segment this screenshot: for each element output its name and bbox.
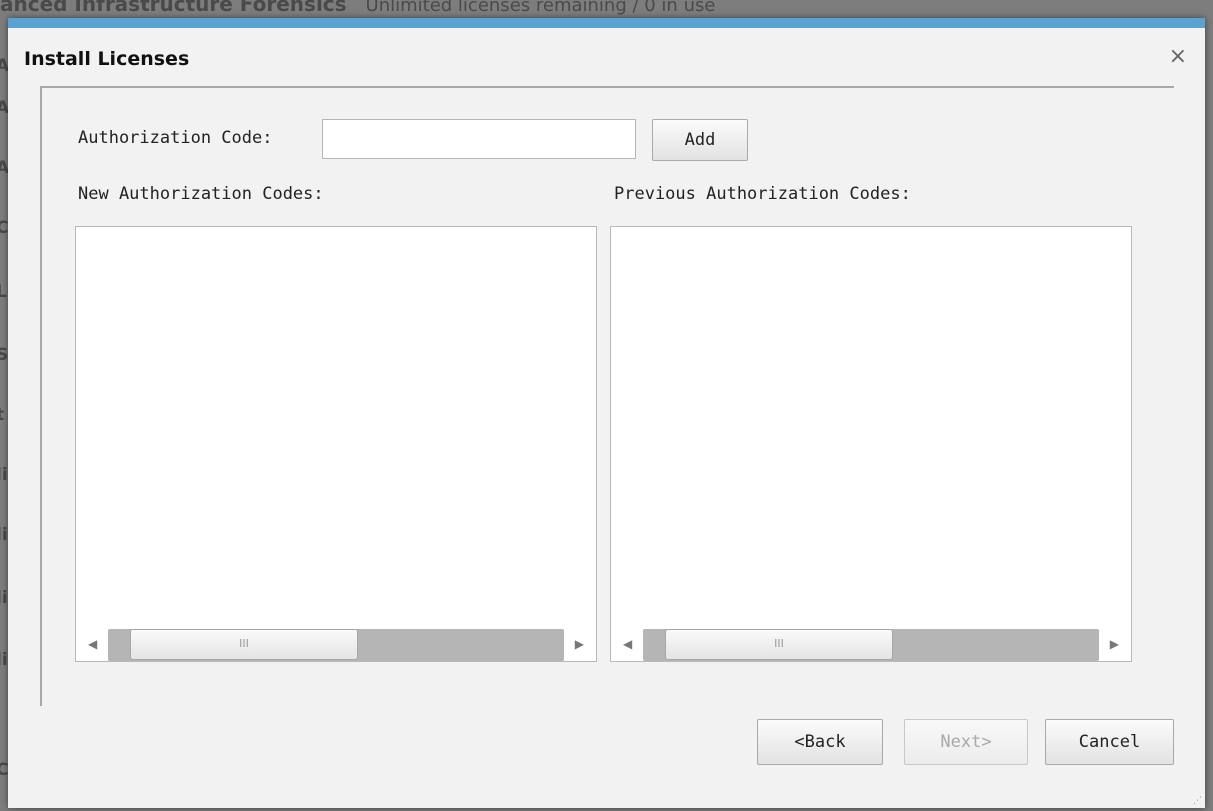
background-header: anced Infrastructure Forensics Unlimited… (0, 0, 1213, 18)
close-icon[interactable]: × (1169, 44, 1187, 69)
background-row-letter: L (0, 282, 7, 302)
scroll-right-arrow-icon[interactable]: ▶ (1110, 637, 1119, 651)
background-header-subtitle: Unlimited licenses remaining / 0 in use (365, 0, 716, 16)
add-button[interactable]: Add (652, 119, 748, 161)
background-row-letter: li (0, 588, 8, 608)
scroll-left-arrow-icon[interactable]: ◀ (623, 637, 632, 651)
authorization-code-label: Authorization Code: (78, 128, 273, 148)
background-header-title: anced Infrastructure Forensics (0, 0, 347, 16)
previous-codes-list[interactable]: ◀ III ▶ (610, 226, 1132, 662)
back-button[interactable]: <Back (757, 719, 883, 765)
resize-grip-icon[interactable]: ⋰ (1193, 796, 1203, 806)
scrollbar-thumb[interactable]: III (130, 629, 358, 660)
next-button[interactable]: Next> (904, 719, 1028, 765)
background-row-letter: S (0, 345, 9, 365)
scroll-left-arrow-icon[interactable]: ◀ (88, 637, 97, 651)
scrollbar-track[interactable]: III (643, 629, 1099, 661)
dialog-title: Install Licenses (24, 48, 190, 70)
scrollbar-thumb[interactable]: III (665, 629, 893, 660)
scrollbar-track[interactable]: III (108, 629, 564, 661)
background-row-letter: li (0, 465, 8, 485)
background-row-letter: li (0, 525, 8, 545)
previous-codes-horizontal-scrollbar[interactable]: ◀ III ▶ (621, 629, 1121, 661)
cancel-button[interactable]: Cancel (1045, 719, 1174, 765)
previous-codes-label: Previous Authorization Codes: (614, 184, 911, 204)
authorization-code-input[interactable] (322, 119, 636, 159)
content-panel: Authorization Code: Add New Authorizatio… (40, 86, 1174, 706)
new-codes-label: New Authorization Codes: (78, 184, 324, 204)
background-row-letter: t (0, 405, 5, 425)
new-codes-horizontal-scrollbar[interactable]: ◀ III ▶ (86, 629, 586, 661)
new-codes-list[interactable]: ◀ III ▶ (75, 226, 597, 662)
install-licenses-dialog: Install Licenses × Authorization Code: A… (8, 18, 1205, 808)
background-row-letter: li (0, 650, 8, 670)
scroll-right-arrow-icon[interactable]: ▶ (575, 637, 584, 651)
